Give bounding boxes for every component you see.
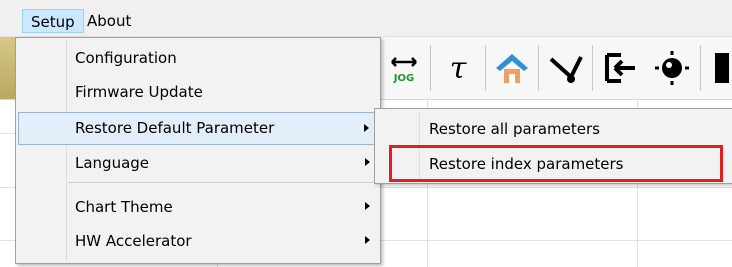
- menu-item-hw-accelerator[interactable]: HW Accelerator: [18, 225, 376, 258]
- submenu-arrow-icon: [365, 236, 370, 244]
- menu-setup[interactable]: Setup: [22, 9, 84, 33]
- menu-item-configuration[interactable]: Configuration: [18, 42, 376, 75]
- menu-item-language[interactable]: Language: [18, 147, 376, 180]
- menu-bar: Setup About: [0, 0, 732, 37]
- menu-separator: [68, 182, 374, 183]
- menu-item-label: Language: [75, 154, 150, 172]
- highlight-annotation-box: [389, 145, 723, 182]
- menu-item-firmware-update[interactable]: Firmware Update: [18, 76, 376, 109]
- svg-text:JOG: JOG: [393, 73, 414, 84]
- menu-item-label: Restore Default Parameter: [75, 119, 275, 137]
- jog-icon[interactable]: JOG: [384, 47, 424, 89]
- probe-icon[interactable]: [546, 47, 586, 89]
- menu-item-label: Chart Theme: [75, 198, 173, 216]
- partial-icon[interactable]: [712, 47, 732, 89]
- menu-item-label: Restore all parameters: [429, 120, 600, 138]
- menu-item-restore-default-parameter[interactable]: Restore Default Parameter: [18, 112, 376, 145]
- menu-item-label: Firmware Update: [75, 83, 203, 101]
- submenu-arrow-icon: [365, 158, 370, 166]
- submenu-arrow-icon: [365, 202, 370, 210]
- home-icon[interactable]: [492, 47, 532, 89]
- menu-about[interactable]: About: [79, 9, 139, 33]
- exit-icon[interactable]: [600, 47, 640, 89]
- menu-item-restore-all-parameters[interactable]: Restore all parameters: [377, 112, 732, 145]
- submenu-arrow-icon: [364, 124, 369, 132]
- setup-dropdown-menu: Configuration Firmware Update Restore De…: [15, 37, 381, 264]
- toolbar-edge-image: [0, 37, 16, 99]
- menu-item-label: Configuration: [75, 49, 177, 67]
- menu-item-chart-theme[interactable]: Chart Theme: [18, 191, 376, 224]
- spindle-icon[interactable]: [652, 47, 692, 89]
- tau-icon[interactable]: τ: [438, 47, 478, 89]
- menu-item-label: HW Accelerator: [75, 232, 192, 250]
